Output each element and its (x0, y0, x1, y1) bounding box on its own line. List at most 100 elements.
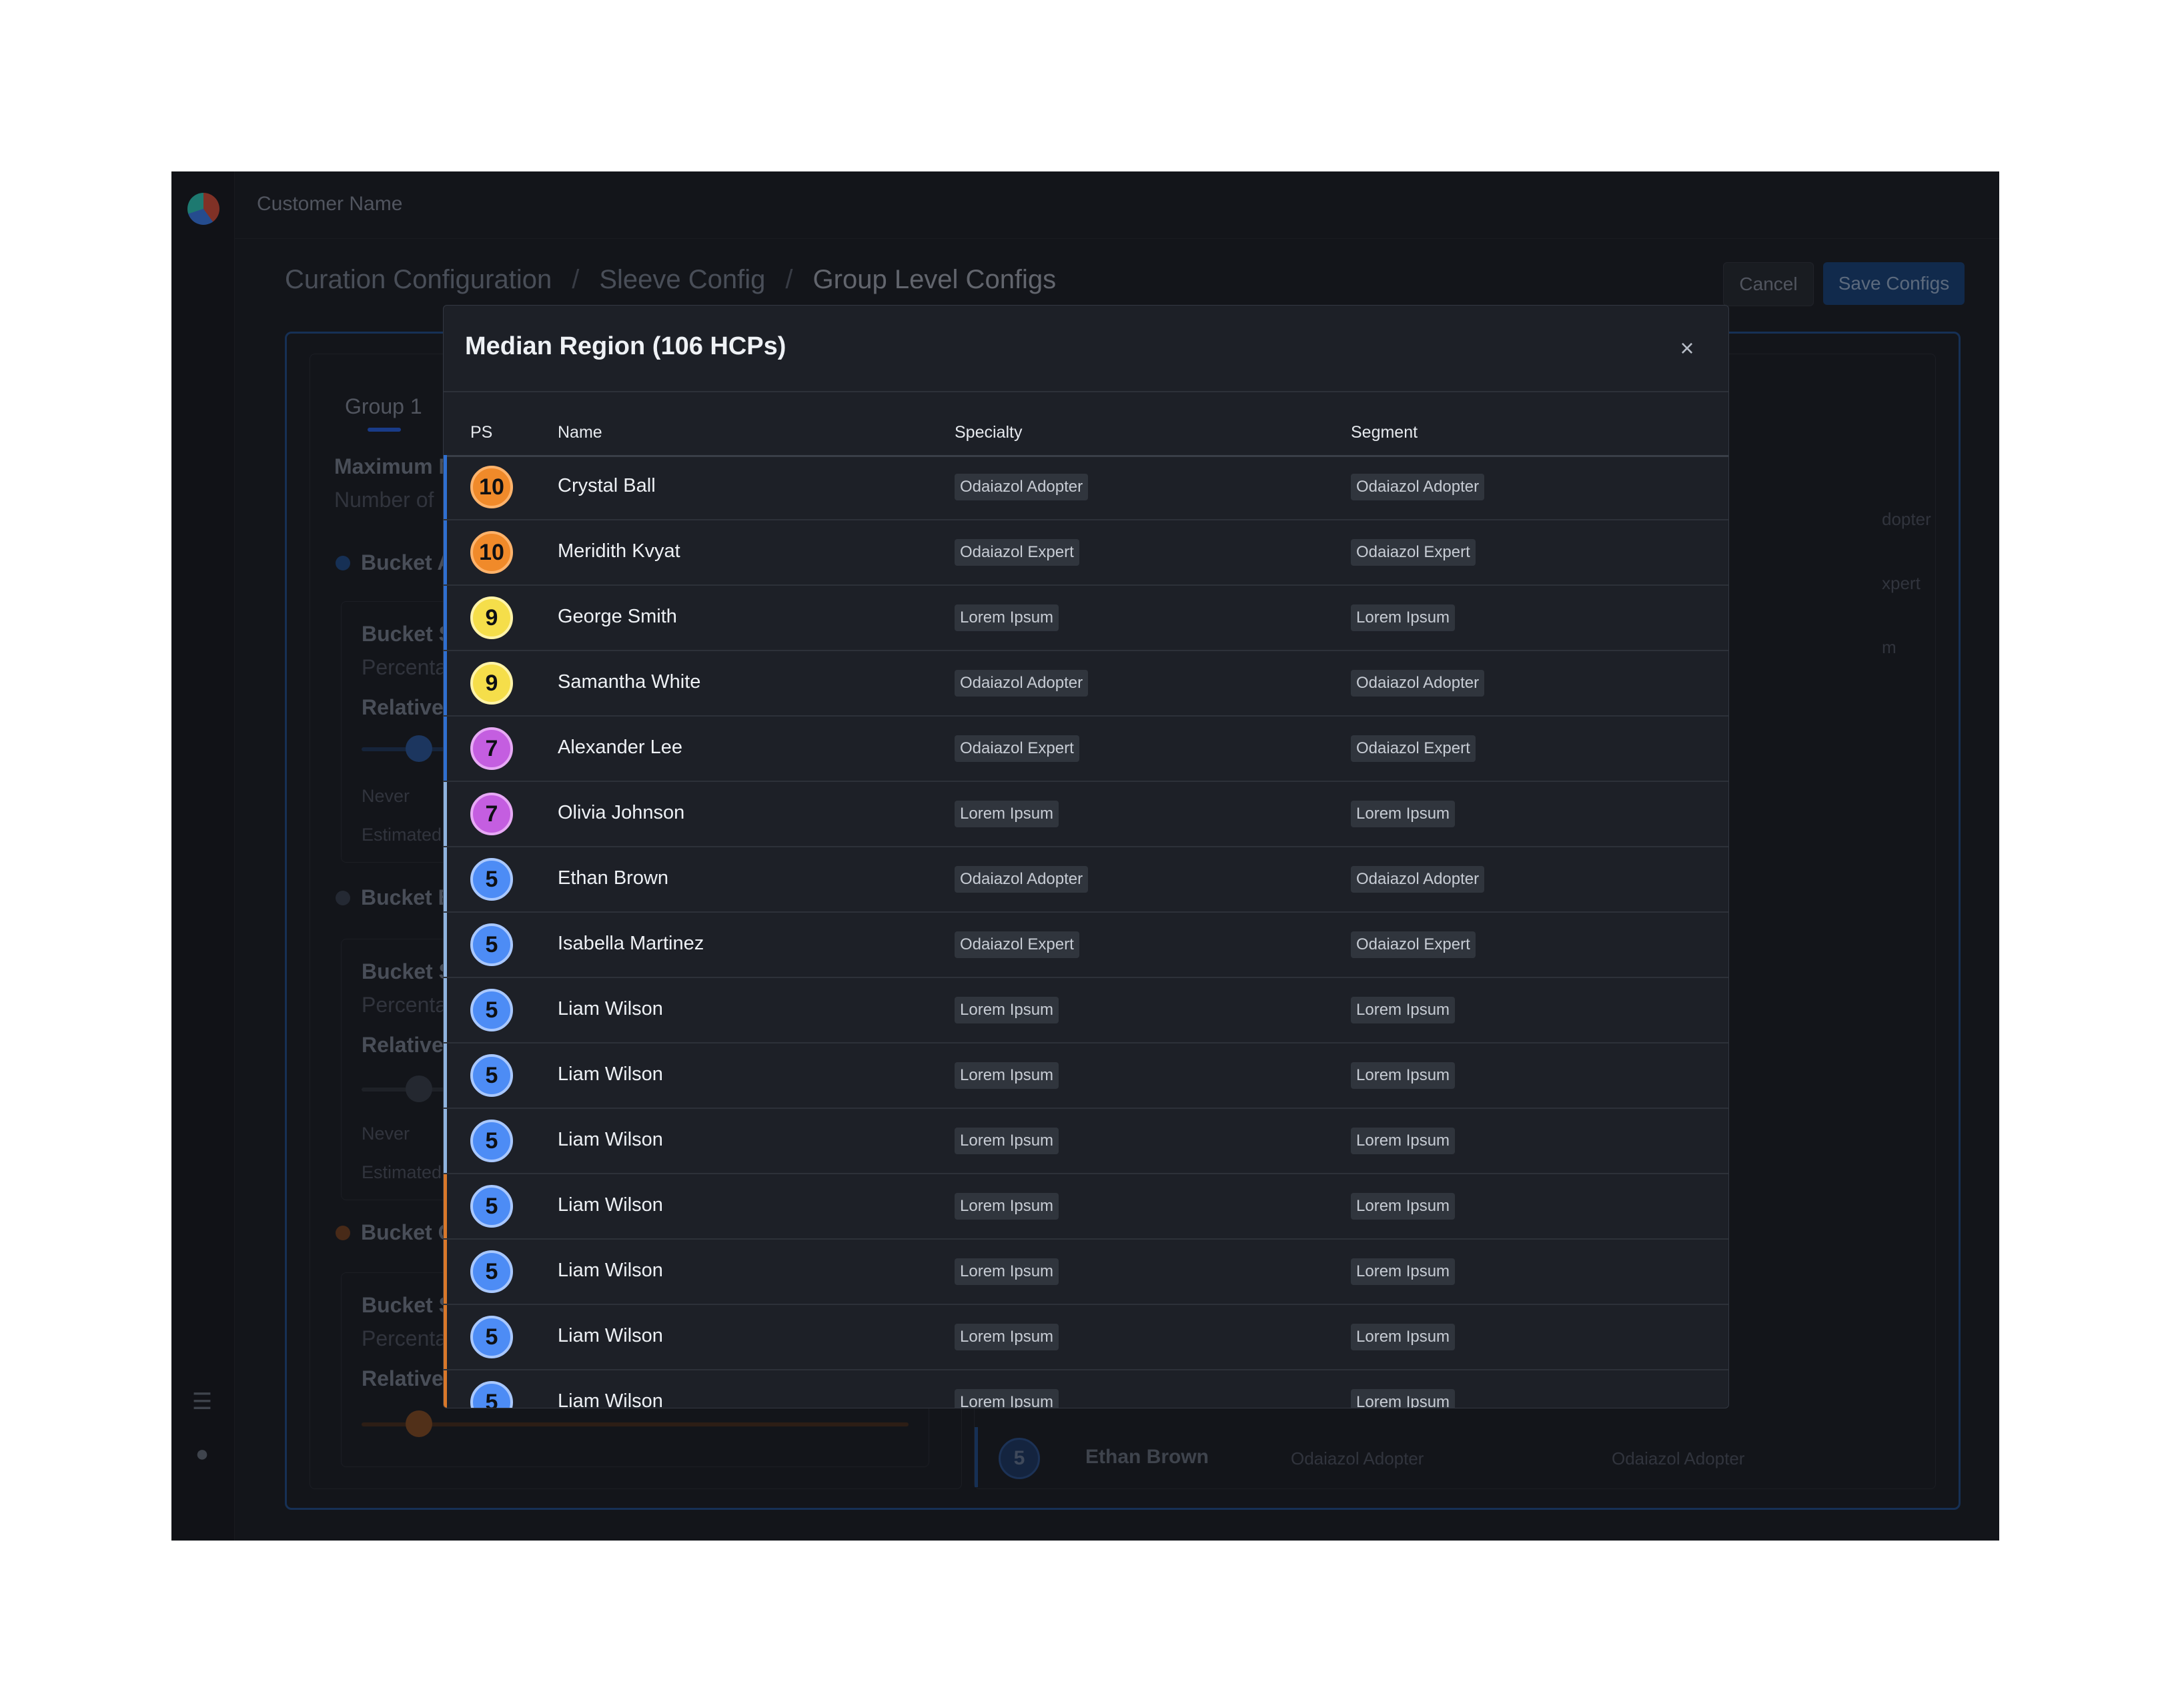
row-accent-bar (444, 717, 447, 781)
table-row[interactable]: 5 Liam Wilson Lorem Ipsum Lorem Ipsum (444, 978, 1728, 1043)
segment-tag: Odaiazol Expert (1351, 735, 1476, 762)
table-row[interactable]: 10 Meridith Kvyat Odaiazol Expert Odaiazol … (444, 520, 1728, 586)
hcp-name: Liam Wilson (558, 1063, 663, 1085)
ps-score-badge: 5 (470, 1054, 513, 1097)
row-accent-bar (444, 1240, 447, 1304)
row-accent-bar (444, 1174, 447, 1238)
table-row[interactable]: 5 Liam Wilson Lorem Ipsum Lorem Ipsum (444, 1305, 1728, 1370)
table-header: PS Name Specialty Segment (444, 391, 1728, 457)
hcp-name: George Smith (558, 606, 677, 627)
column-header-specialty[interactable]: Specialty (955, 423, 1022, 442)
specialty-tag: Lorem Ipsum (955, 1258, 1059, 1285)
table-row[interactable]: 7 Olivia Johnson Lorem Ipsum Lorem Ipsum (444, 782, 1728, 847)
specialty-tag: Lorem Ipsum (955, 1062, 1059, 1089)
segment-tag: Lorem Ipsum (1351, 801, 1456, 827)
specialty-tag: Odaiazol Expert (955, 735, 1079, 762)
segment-tag: Odaiazol Adopter (1351, 474, 1485, 500)
segment-tag: Lorem Ipsum (1351, 1062, 1456, 1089)
specialty-tag: Odaiazol Expert (955, 931, 1079, 958)
specialty-tag: Lorem Ipsum (955, 801, 1059, 827)
row-accent-bar (444, 913, 447, 977)
specialty-tag: Lorem Ipsum (955, 1324, 1059, 1350)
hcp-name: Crystal Ball (558, 475, 656, 496)
specialty-tag: Lorem Ipsum (955, 604, 1059, 631)
specialty-tag: Odaiazol Expert (955, 539, 1079, 566)
row-accent-bar (444, 847, 447, 911)
hcp-name: Olivia Johnson (558, 802, 685, 823)
hcp-name: Meridith Kvyat (558, 540, 680, 562)
segment-tag: Lorem Ipsum (1351, 1389, 1456, 1408)
row-accent-bar (444, 1370, 447, 1408)
ps-score-badge: 5 (470, 923, 513, 966)
hcp-name: Liam Wilson (558, 1260, 663, 1281)
hcp-list-modal: Median Region (106 HCPs) × PS Name Speci… (443, 305, 1729, 1408)
segment-tag: Lorem Ipsum (1351, 1193, 1456, 1220)
specialty-tag: Lorem Ipsum (955, 1193, 1059, 1220)
specialty-tag: Lorem Ipsum (955, 1128, 1059, 1154)
specialty-tag: Lorem Ipsum (955, 997, 1059, 1023)
ps-score-badge: 5 (470, 1381, 513, 1408)
hcp-name: Liam Wilson (558, 1129, 663, 1150)
segment-tag: Odaiazol Expert (1351, 539, 1476, 566)
table-row[interactable]: 5 Liam Wilson Lorem Ipsum Lorem Ipsum (444, 1240, 1728, 1305)
table-body: 10 Crystal Ball Odaiazol Adopter Odaiazol A… (444, 455, 1728, 1408)
modal-header: Median Region (106 HCPs) × (444, 306, 1728, 392)
ps-score-badge: 7 (470, 793, 513, 835)
row-accent-bar (444, 978, 447, 1042)
segment-tag: Lorem Ipsum (1351, 1258, 1456, 1285)
ps-score-badge: 9 (470, 662, 513, 705)
column-header-ps[interactable]: PS (470, 423, 492, 442)
segment-tag: Lorem Ipsum (1351, 1324, 1456, 1350)
hcp-name: Liam Wilson (558, 1194, 663, 1216)
segment-tag: Lorem Ipsum (1351, 604, 1456, 631)
modal-title: Median Region (106 HCPs) (465, 332, 786, 360)
row-accent-bar (444, 586, 447, 650)
hcp-name: Samantha White (558, 671, 701, 693)
table-row[interactable]: 9 George Smith Lorem Ipsum Lorem Ipsum (444, 586, 1728, 651)
column-header-name[interactable]: Name (558, 423, 602, 442)
ps-score-badge: 5 (470, 1120, 513, 1162)
hcp-name: Ethan Brown (558, 867, 669, 889)
hcp-name: Liam Wilson (558, 998, 663, 1019)
row-accent-bar (444, 1109, 447, 1173)
row-accent-bar (444, 1305, 447, 1369)
ps-score-badge: 7 (470, 727, 513, 770)
table-row[interactable]: 5 Liam Wilson Lorem Ipsum Lorem Ipsum (444, 1043, 1728, 1109)
column-header-segment[interactable]: Segment (1351, 423, 1418, 442)
table-row[interactable]: 5 Isabella Martinez Odaiazol Expert Odaiazo… (444, 913, 1728, 978)
row-accent-bar (444, 651, 447, 715)
table-row[interactable]: 5 Ethan Brown Odaiazol Adopter Odaiazol Ado… (444, 847, 1728, 913)
segment-tag: Odaiazol Adopter (1351, 866, 1485, 893)
ps-score-badge: 10 (470, 466, 513, 508)
ps-score-badge: 5 (470, 1316, 513, 1358)
ps-score-badge: 9 (470, 596, 513, 639)
table-row[interactable]: 5 Liam Wilson Lorem Ipsum Lorem Ipsum (444, 1174, 1728, 1240)
specialty-tag: Lorem Ipsum (955, 1389, 1059, 1408)
ps-score-badge: 5 (470, 858, 513, 901)
hcp-name: Alexander Lee (558, 737, 683, 758)
segment-tag: Lorem Ipsum (1351, 997, 1456, 1023)
row-accent-bar (444, 520, 447, 584)
table-row[interactable]: 7 Alexander Lee Odaiazol Expert Odaiazol Ex… (444, 717, 1728, 782)
ps-score-badge: 5 (470, 1185, 513, 1228)
table-row[interactable]: 10 Crystal Ball Odaiazol Adopter Odaiazol A… (444, 455, 1728, 520)
segment-tag: Odaiazol Expert (1351, 931, 1476, 958)
specialty-tag: Odaiazol Adopter (955, 474, 1089, 500)
table-row[interactable]: 5 Liam Wilson Lorem Ipsum Lorem Ipsum (444, 1109, 1728, 1174)
row-accent-bar (444, 1043, 447, 1108)
table-row[interactable]: 9 Samantha White Odaiazol Adopter Odaiazol … (444, 651, 1728, 717)
ps-score-badge: 5 (470, 989, 513, 1031)
row-accent-bar (444, 782, 447, 846)
close-icon[interactable]: × (1674, 335, 1700, 362)
table-row[interactable]: 5 Liam Wilson Lorem Ipsum Lorem Ipsum (444, 1370, 1728, 1408)
row-accent-bar (444, 455, 447, 519)
specialty-tag: Odaiazol Adopter (955, 866, 1089, 893)
segment-tag: Odaiazol Adopter (1351, 670, 1485, 697)
ps-score-badge: 10 (470, 531, 513, 574)
hcp-name: Liam Wilson (558, 1325, 663, 1346)
segment-tag: Lorem Ipsum (1351, 1128, 1456, 1154)
hcp-name: Liam Wilson (558, 1390, 663, 1408)
hcp-name: Isabella Martinez (558, 933, 704, 954)
specialty-tag: Odaiazol Adopter (955, 670, 1089, 697)
ps-score-badge: 5 (470, 1250, 513, 1293)
